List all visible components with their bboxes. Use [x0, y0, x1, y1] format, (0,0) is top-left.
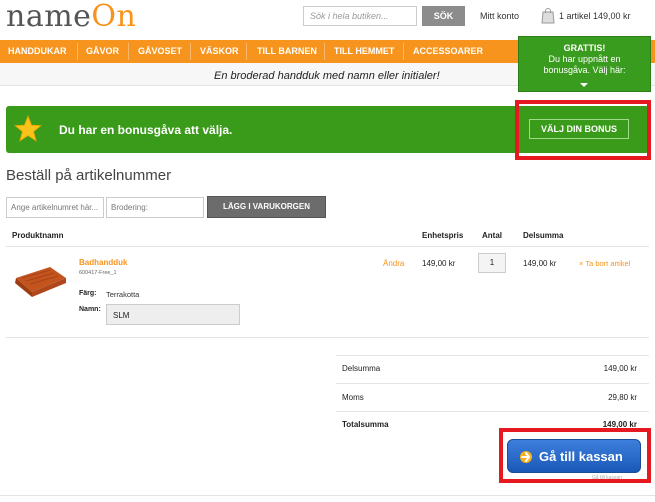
nav-item-till-barnen[interactable]: TILL BARNEN [257, 40, 317, 63]
divider [336, 383, 649, 384]
nav-item-gavoset[interactable]: GÅVOSET [138, 40, 182, 63]
divider [6, 337, 649, 338]
embroidery-input[interactable]: Brodering: [106, 197, 204, 218]
column-header-unit-price: Enhetspris [422, 231, 464, 240]
caret-down-icon [580, 83, 588, 87]
nav-divider [190, 43, 191, 60]
subtotal-label: Delsumma [342, 364, 381, 373]
highlight-box [515, 100, 651, 160]
row-subtotal: 149,00 kr [523, 259, 557, 268]
bonus-banner-text: Du har en bonusgåva att välja. [59, 123, 233, 137]
edit-link[interactable]: Ändra [383, 259, 404, 268]
bonus-popup-title: GRATTIS! [563, 43, 606, 53]
account-link[interactable]: Mitt konto [480, 11, 519, 21]
highlight-box [499, 428, 651, 483]
tax-label: Moms [342, 393, 364, 402]
nav-divider [77, 43, 78, 60]
bonus-popup[interactable]: GRATTIS! Du har uppnått en bonusgåva. Vä… [518, 36, 651, 92]
article-number-input[interactable]: Ange artikelnumret här... [6, 197, 104, 218]
star-icon [14, 115, 42, 142]
unit-price: 149,00 kr [422, 259, 456, 268]
cart-summary[interactable]: 1 artikel 149,00 kr [559, 11, 631, 21]
logo[interactable]: nameOn [6, 0, 136, 34]
color-value: Terrakotta [106, 290, 140, 299]
nav-divider [403, 43, 404, 60]
remove-item-link[interactable]: × Ta bort artikel [579, 259, 630, 268]
divider [336, 355, 649, 356]
divider [0, 495, 655, 496]
name-label: Namn: [79, 306, 101, 313]
column-header-subtotal: Delsumma [523, 231, 564, 240]
nav-item-gavor[interactable]: GÅVOR [86, 40, 119, 63]
bonus-popup-line1: Du har uppnått en [548, 54, 621, 64]
footnote: Gå till kassan [592, 475, 623, 481]
nav-divider [128, 43, 129, 60]
cart-icon[interactable] [541, 8, 555, 24]
embroidery-name-field[interactable]: SLM [106, 304, 240, 325]
nav-item-accessoarer[interactable]: ACCESSOARER [413, 40, 483, 63]
nav-item-handdukar[interactable]: HANDDUKAR [8, 40, 67, 63]
quantity-input[interactable]: 1 [478, 253, 506, 273]
subtotal-value: 149,00 kr [603, 364, 637, 373]
logo-part-name: name [6, 0, 92, 34]
product-image[interactable] [12, 264, 68, 298]
divider [336, 411, 649, 412]
section-heading: Beställ på artikelnummer [6, 167, 172, 184]
color-label: Färg: [79, 290, 97, 297]
nav-item-till-hemmet[interactable]: TILL HEMMET [334, 40, 394, 63]
nav-divider [324, 43, 325, 60]
nav-divider [246, 43, 247, 60]
promo-text: En broderad handduk med namn eller initi… [214, 70, 440, 82]
total-label: Totalsumma [342, 420, 389, 429]
divider [6, 246, 649, 247]
product-name[interactable]: Badhandduk [79, 258, 127, 267]
nav-item-vaskor[interactable]: VÄSKOR [200, 40, 239, 63]
bonus-popup-line2: bonusgåva. Välj här: [543, 65, 626, 75]
search-input[interactable]: Sök i hela butiken... [303, 6, 417, 26]
column-header-product: Produktnamn [12, 231, 64, 240]
add-to-cart-button[interactable]: LÄGG I VARUKORGEN [207, 196, 326, 218]
column-header-quantity: Antal [482, 231, 502, 240]
product-sku: 600417-Free_1 [79, 270, 117, 276]
logo-part-on: On [91, 0, 137, 34]
tax-value: 29,80 kr [608, 393, 637, 402]
search-button[interactable]: SÖK [422, 6, 465, 26]
